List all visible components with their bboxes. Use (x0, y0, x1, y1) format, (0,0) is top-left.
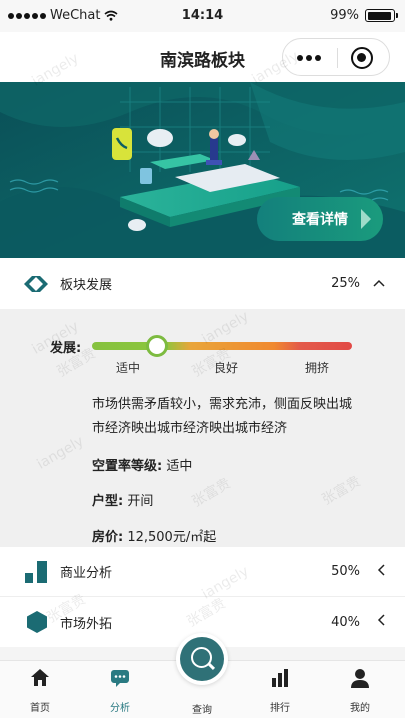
price-label: 房价: (92, 530, 124, 545)
unit-type-label: 户型: (92, 494, 124, 509)
tab-label: 查询 (192, 705, 212, 716)
tab-analysis[interactable]: 分析 (90, 667, 150, 714)
section-percent: 25% (331, 276, 360, 291)
chevron-up-icon[interactable] (373, 276, 385, 291)
more-icon[interactable] (297, 55, 321, 61)
home-icon (31, 669, 49, 686)
user-icon (351, 669, 369, 688)
vacancy-rate-value: 适中 (166, 459, 193, 474)
section-percent: 50% (331, 564, 360, 579)
tab-ranking[interactable]: 排行 (250, 667, 310, 714)
scale-label-crowded: 拥挤 (305, 361, 330, 375)
hexagon-icon (27, 611, 47, 633)
price-value: 12,500元/㎡起 (127, 530, 217, 545)
chevron-right-icon (361, 209, 371, 229)
banner[interactable]: 查看详情 (0, 82, 405, 258)
navigation-bar: 南滨路板块 (0, 32, 405, 82)
chevron-left-icon[interactable] (377, 614, 385, 630)
tab-mine[interactable]: 我的 (330, 667, 390, 714)
tab-label: 分析 (110, 703, 130, 714)
unit-type-value: 开间 (127, 494, 154, 509)
vacancy-rate-row: 空置率等级: 适中 (92, 455, 192, 474)
tab-label: 我的 (350, 703, 370, 714)
price-row: 房价: 12,500元/㎡起 (92, 526, 216, 545)
chevron-left-icon[interactable] (377, 563, 385, 580)
bar-chart-icon (25, 561, 47, 583)
close-miniprogram-icon[interactable] (351, 47, 373, 69)
section-row-development[interactable]: 板块发展 25% (0, 258, 405, 309)
development-level-scale (92, 342, 352, 350)
view-details-button[interactable]: 查看详情 (257, 197, 383, 241)
miniprogram-capsule (282, 38, 390, 76)
section-label: 市场外拓 (60, 616, 113, 632)
development-description: 市场供需矛盾较小，需求充沛，侧面反映出城市经济映出城市经济映出城市经济 (92, 397, 353, 436)
search-icon (180, 637, 224, 681)
chat-icon (111, 670, 129, 687)
view-details-label: 查看详情 (292, 212, 348, 228)
scale-label-moderate: 适中 (116, 361, 141, 375)
search-fab-button[interactable] (176, 633, 228, 685)
scale-label-good: 良好 (214, 361, 239, 375)
section-label: 板块发展 (60, 278, 113, 293)
tab-home[interactable]: 首页 (10, 667, 70, 714)
battery-icon (365, 9, 398, 22)
tab-label: 排行 (270, 703, 290, 714)
capsule-divider (337, 48, 338, 68)
vacancy-rate-label: 空置率等级: (92, 459, 163, 474)
section-row-business[interactable]: 商业分析 50% (0, 547, 405, 597)
section-percent: 40% (331, 614, 360, 630)
tab-label: 首页 (30, 703, 50, 714)
unit-type-row: 户型: 开间 (92, 490, 153, 509)
development-level-marker (146, 335, 168, 357)
development-panel: 发展: 适中 良好 拥挤 市场供需矛盾较小，需求充沛，侧面反映出城市经济映出城市… (0, 309, 405, 547)
battery-percent: 99% (330, 8, 359, 23)
development-icon (24, 276, 48, 292)
battery-group: 99% (330, 8, 398, 23)
tab-query[interactable]: 查询 (172, 701, 232, 716)
bar-chart-icon (272, 669, 288, 687)
section-label: 商业分析 (60, 566, 113, 581)
status-bar: WeChat 14:14 99% (0, 0, 405, 32)
development-label: 发展: (50, 341, 82, 356)
